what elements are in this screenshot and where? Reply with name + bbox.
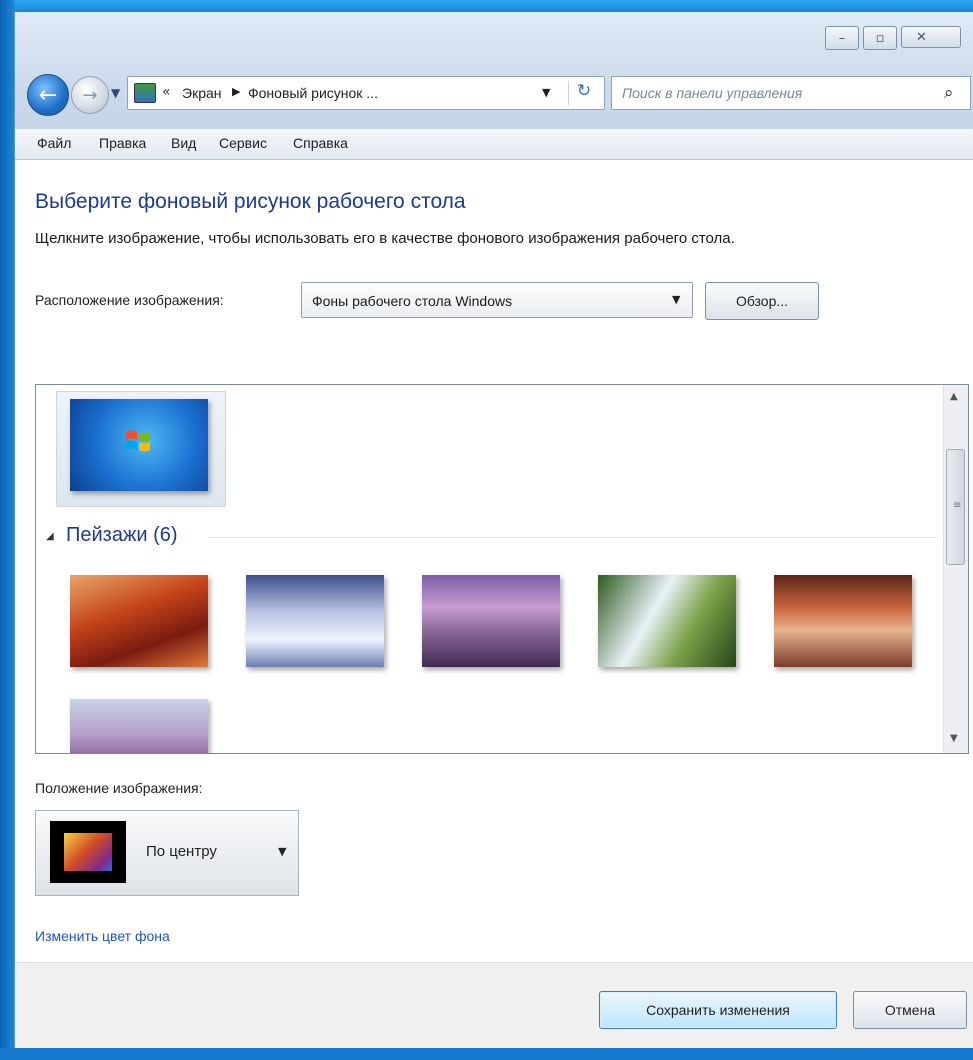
group-divider: [208, 537, 938, 538]
picture-location-select[interactable]: Фоны рабочего стола Windows ▼: [301, 282, 693, 318]
forward-arrow-icon: →: [82, 84, 98, 106]
collapse-group-icon[interactable]: ◢: [46, 531, 54, 542]
browse-button[interactable]: Обзор...: [705, 282, 819, 320]
search-input[interactable]: Поиск в панели управления ⌕: [611, 76, 971, 110]
history-dropdown-icon[interactable]: ▼: [111, 86, 120, 100]
menu-tools[interactable]: Сервис: [219, 135, 267, 151]
scroll-down-icon[interactable]: ▼: [950, 733, 958, 744]
wallpaper-landscape-2[interactable]: [246, 575, 384, 667]
position-preview-icon: [50, 821, 126, 883]
picture-location-value: Фоны рабочего стола Windows: [312, 293, 513, 309]
control-panel-window: – ▫ ✕ ← → ▼ « Экран ▶ Фоновый рисунок ..…: [14, 12, 973, 1048]
menu-file[interactable]: Файл: [37, 135, 71, 151]
minimize-button[interactable]: –: [825, 26, 859, 50]
breadcrumb-separator-icon[interactable]: ▶: [232, 85, 240, 98]
group-landscapes-label[interactable]: Пейзажи (6): [66, 524, 178, 547]
picture-position-select[interactable]: По центру ▼: [35, 810, 299, 896]
wallpaper-landscape-3[interactable]: [422, 575, 560, 667]
grip-icon: ≡: [953, 500, 962, 511]
minimize-icon: –: [838, 30, 846, 46]
breadcrumb-wallpaper[interactable]: Фоновый рисунок ...: [248, 85, 378, 101]
wallpaper-landscape-4[interactable]: [598, 575, 736, 667]
wallpaper-gallery: ◢ Пейзажи (6) ▲ ≡ ▼: [35, 384, 969, 754]
control-panel-icon: [134, 83, 156, 103]
wallpaper-landscape-5[interactable]: [774, 575, 912, 667]
address-dropdown-icon[interactable]: ▼: [542, 86, 550, 99]
menu-help[interactable]: Справка: [293, 135, 348, 151]
close-icon: ✕: [916, 29, 927, 45]
wallpaper-thumbnail: [422, 575, 560, 667]
chevron-down-icon: ▼: [672, 293, 681, 306]
position-preview-image: [64, 833, 112, 871]
wallpaper-thumbnail: [70, 699, 208, 753]
maximize-icon: ▫: [875, 30, 885, 46]
menu-bar: Файл Правка Вид Сервис Справка: [15, 128, 973, 160]
wallpaper-thumbnail: [598, 575, 736, 667]
wallpaper-landscape-1[interactable]: [70, 575, 208, 667]
refresh-button[interactable]: ↻: [568, 81, 599, 105]
back-arrow-icon: ←: [38, 82, 58, 108]
forward-button[interactable]: →: [71, 76, 109, 114]
footer-bar: Сохранить изменения Отмена: [15, 962, 973, 1048]
save-changes-button[interactable]: Сохранить изменения: [599, 991, 837, 1029]
scroll-up-icon[interactable]: ▲: [950, 391, 958, 402]
cancel-button[interactable]: Отмена: [853, 991, 967, 1029]
wallpaper-thumbnail: [70, 399, 208, 491]
window-frame-top: [0, 0, 973, 12]
wallpaper-landscape-6[interactable]: [70, 699, 208, 753]
address-overflow-icon[interactable]: «: [162, 84, 171, 100]
page-title: Выберите фоновый рисунок рабочего стола: [35, 190, 466, 213]
chevron-down-icon: ▼: [278, 845, 287, 858]
close-button[interactable]: ✕: [901, 26, 961, 48]
instruction-text: Щелкните изображение, чтобы использовать…: [35, 230, 735, 247]
picture-position-value: По центру: [146, 843, 217, 860]
menu-edit[interactable]: Правка: [99, 135, 146, 151]
wallpaper-thumbnail: [70, 575, 208, 667]
search-placeholder: Поиск в панели управления: [622, 85, 803, 101]
address-bar[interactable]: « Экран ▶ Фоновый рисунок ... ▼ ↻: [127, 76, 605, 110]
picture-position-label: Положение изображения:: [35, 780, 203, 796]
search-icon[interactable]: ⌕: [944, 83, 954, 103]
refresh-icon: ↻: [576, 81, 592, 101]
menu-view[interactable]: Вид: [171, 135, 196, 151]
window-frame-bottom: [0, 1048, 973, 1060]
scrollbar-thumb[interactable]: ≡: [946, 449, 965, 565]
picture-location-label: Расположение изображения:: [35, 292, 224, 308]
back-button[interactable]: ←: [27, 74, 69, 116]
maximize-button[interactable]: ▫: [863, 26, 897, 50]
change-background-color-link[interactable]: Изменить цвет фона: [35, 928, 170, 944]
wallpaper-windows7[interactable]: [70, 399, 208, 491]
gallery-scrollbar[interactable]: ▲ ≡ ▼: [943, 385, 968, 753]
breadcrumb-screen[interactable]: Экран: [182, 85, 222, 101]
windows-logo-icon: [126, 430, 150, 452]
wallpaper-thumbnail: [774, 575, 912, 667]
window-frame-left: [0, 0, 14, 1060]
wallpaper-thumbnail: [246, 575, 384, 667]
